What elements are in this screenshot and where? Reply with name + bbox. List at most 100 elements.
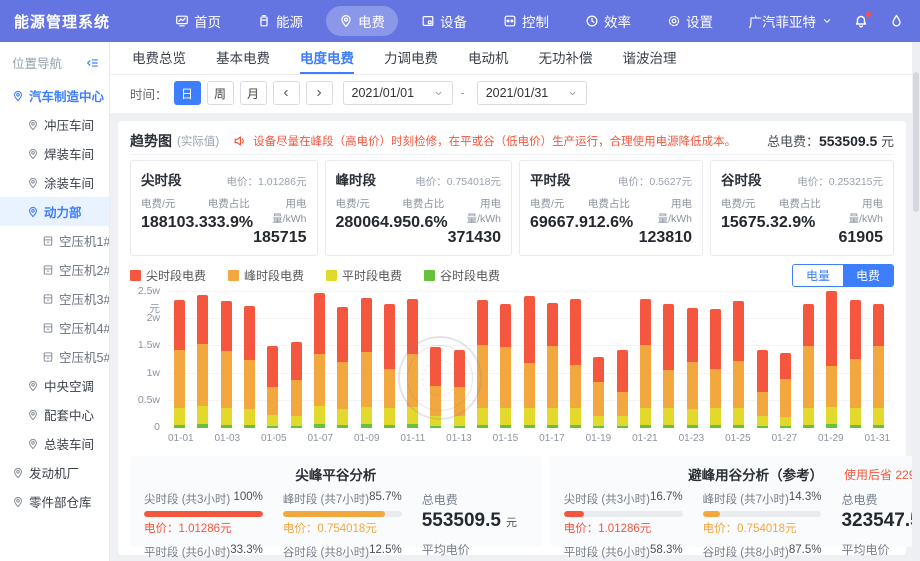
bar-segment bbox=[663, 370, 674, 408]
bar-slot-01-10 bbox=[378, 292, 401, 428]
bar-slot-01-25 bbox=[727, 292, 750, 428]
end-date-select[interactable]: 2021/01/31 bbox=[477, 81, 587, 105]
total-fee-value: 553509.5 bbox=[819, 133, 877, 149]
next-period-button[interactable] bbox=[306, 81, 333, 105]
sidebar-item-动力部[interactable]: 动力部 bbox=[0, 197, 109, 226]
analysis-item-head: 平时段 (共6小时)58.3% bbox=[564, 544, 683, 560]
tab-电费总览[interactable]: 电费总览 bbox=[132, 42, 186, 74]
location-pin-icon bbox=[27, 119, 39, 131]
analysis-panel-actual: 尖峰平谷分析尖时段 (共3小时)100%电价：1.01286元平时段 (共6小时… bbox=[130, 456, 542, 547]
chart-legend: 尖时段电费 峰时段电费 平时段电费 谷时段电费 bbox=[130, 267, 500, 284]
analysis-col-2: 峰时段 (共7小时)85.7%电价：0.754018元谷时段 (共8小时)12.… bbox=[283, 491, 402, 561]
end-date-value: 2021/01/31 bbox=[486, 86, 549, 100]
x-tick-label bbox=[844, 433, 865, 444]
sidebar-item-空压机4#[interactable]: 空压机4# bbox=[0, 313, 109, 342]
nav-item-settings[interactable]: 设置 bbox=[654, 6, 726, 36]
stacked-bar-01-18 bbox=[570, 299, 581, 428]
tab-谐波治理[interactable]: 谐波治理 bbox=[623, 42, 677, 74]
nav-item-energy[interactable]: 能源 bbox=[244, 6, 316, 36]
toggle-option-电量[interactable]: 电量 bbox=[793, 265, 843, 286]
analysis-item-pct: 100% bbox=[233, 491, 262, 507]
bar-segment bbox=[850, 359, 861, 408]
x-tick-label: 01-19 bbox=[586, 433, 612, 444]
legend-swatch bbox=[326, 270, 337, 281]
x-tick-label bbox=[658, 433, 679, 444]
legend-item-峰时段电费[interactable]: 峰时段电费 bbox=[228, 267, 304, 284]
period-card-尖时段: 尖时段电价：1.01286元电费/元188103.3电费占比33.9%用电量/k… bbox=[130, 160, 318, 256]
bar-segment bbox=[663, 304, 674, 370]
stacked-bar-01-02 bbox=[197, 295, 208, 428]
sidebar-item-中央空调[interactable]: 中央空调 bbox=[0, 371, 109, 400]
analysis-grid: 尖时段 (共3小时)100%电价：1.01286元平时段 (共6小时)33.3%… bbox=[144, 491, 528, 561]
sidebar-item-总装车间[interactable]: 总装车间 bbox=[0, 429, 109, 458]
sidebar-item-焊装车间[interactable]: 焊装车间 bbox=[0, 139, 109, 168]
legend-item-平时段电费[interactable]: 平时段电费 bbox=[326, 267, 402, 284]
sidebar-item-空压机5#[interactable]: 空压机5# bbox=[0, 342, 109, 371]
nav-item-efficiency[interactable]: 效率 bbox=[572, 6, 644, 36]
sidebar-item-发动机厂[interactable]: 发动机厂 bbox=[0, 458, 109, 487]
scrollbar-thumb[interactable] bbox=[913, 72, 919, 212]
bar-segment bbox=[873, 304, 884, 346]
notifications-button[interactable] bbox=[853, 13, 869, 29]
content-area: 趋势图 (实际值) 设备尽量在峰段（高电价）时刻检修，在平或谷（低电价）生产运行… bbox=[110, 113, 920, 561]
stacked-bar-01-08 bbox=[337, 307, 348, 428]
bar-segment bbox=[361, 352, 372, 407]
collapse-sidebar-icon[interactable] bbox=[85, 56, 99, 70]
nav-item-electricity-fee[interactable]: 电费 bbox=[326, 6, 398, 36]
bar-segment bbox=[850, 425, 861, 428]
tab-力调电费[interactable]: 力调电费 bbox=[384, 42, 438, 74]
nav-item-device[interactable]: 设备 bbox=[408, 6, 480, 36]
mode-button-月[interactable]: 月 bbox=[240, 81, 267, 105]
bar-segment bbox=[197, 295, 208, 344]
chevron-down-icon bbox=[433, 88, 444, 99]
analysis-item-head: 峰时段 (共7小时)14.3% bbox=[703, 491, 822, 507]
tab-电动机[interactable]: 电动机 bbox=[468, 42, 509, 74]
legend-item-尖时段电费[interactable]: 尖时段电费 bbox=[130, 267, 206, 284]
water-drop-icon[interactable] bbox=[889, 13, 904, 29]
nav-item-control[interactable]: 控制 bbox=[490, 6, 562, 36]
sidebar-item-空压机1#[interactable]: 空压机1# bbox=[0, 226, 109, 255]
sidebar-item-汽车制造中心[interactable]: 汽车制造中心 bbox=[0, 81, 109, 110]
legend-item-谷时段电费[interactable]: 谷时段电费 bbox=[424, 267, 500, 284]
bar-segment bbox=[547, 425, 558, 428]
period-card-header: 谷时段电价：0.253215元 bbox=[721, 169, 883, 189]
total-label: 平均电价 bbox=[841, 541, 920, 558]
bar-segment bbox=[826, 407, 837, 424]
start-date-select[interactable]: 2021/01/01 bbox=[343, 81, 453, 105]
bar-segment bbox=[174, 350, 185, 408]
sidebar-item-空压机2#[interactable]: 空压机2# bbox=[0, 255, 109, 284]
prev-period-button[interactable] bbox=[273, 81, 300, 105]
company-dropdown[interactable]: 广汽菲亚特 bbox=[749, 11, 834, 31]
bar-slot-01-04 bbox=[238, 292, 261, 428]
tab-无功补偿[interactable]: 无功补偿 bbox=[539, 42, 593, 74]
bar-segment bbox=[757, 392, 768, 416]
sidebar-item-配套中心[interactable]: 配套中心 bbox=[0, 400, 109, 429]
bar-segment bbox=[733, 301, 744, 361]
mode-button-日[interactable]: 日 bbox=[174, 81, 201, 105]
stat-ratio-label: 电费占比 bbox=[402, 196, 447, 211]
sidebar-item-涂装车间[interactable]: 涂装车间 bbox=[0, 168, 109, 197]
sidebar-item-冲压车间[interactable]: 冲压车间 bbox=[0, 110, 109, 139]
bar-slot-01-06 bbox=[284, 292, 307, 428]
sidebar-item-label: 动力部 bbox=[44, 202, 82, 221]
bar-segment bbox=[174, 425, 185, 428]
bar-slot-01-03 bbox=[215, 292, 238, 428]
analysis-item-pct: 16.7% bbox=[650, 491, 683, 507]
tab-基本电费[interactable]: 基本电费 bbox=[216, 42, 270, 74]
sidebar-item-零件部仓库[interactable]: 零件部仓库 bbox=[0, 487, 109, 516]
tab-电度电费[interactable]: 电度电费 bbox=[300, 42, 354, 74]
sidebar-item-label: 空压机2# bbox=[59, 260, 110, 279]
vertical-scrollbar bbox=[912, 42, 920, 561]
x-tick-label: 01-15 bbox=[493, 433, 519, 444]
sidebar-item-空压机3#[interactable]: 空压机3# bbox=[0, 284, 109, 313]
bar-slot-01-24 bbox=[704, 292, 727, 428]
bar-slot-01-18 bbox=[564, 292, 587, 428]
mode-button-周[interactable]: 周 bbox=[207, 81, 234, 105]
chevron-right-icon bbox=[313, 87, 325, 99]
stat-fee: 电费/元15675.3 bbox=[721, 196, 779, 247]
nav-item-home[interactable]: 首页 bbox=[162, 6, 234, 36]
stat-ratio-value: 2.9% bbox=[779, 214, 831, 232]
toggle-option-电费[interactable]: 电费 bbox=[843, 265, 893, 286]
period-stats: 电费/元280064.9电费占比50.6%用电量/kWh371430 bbox=[336, 196, 502, 247]
stacked-bar-01-10 bbox=[384, 304, 395, 428]
